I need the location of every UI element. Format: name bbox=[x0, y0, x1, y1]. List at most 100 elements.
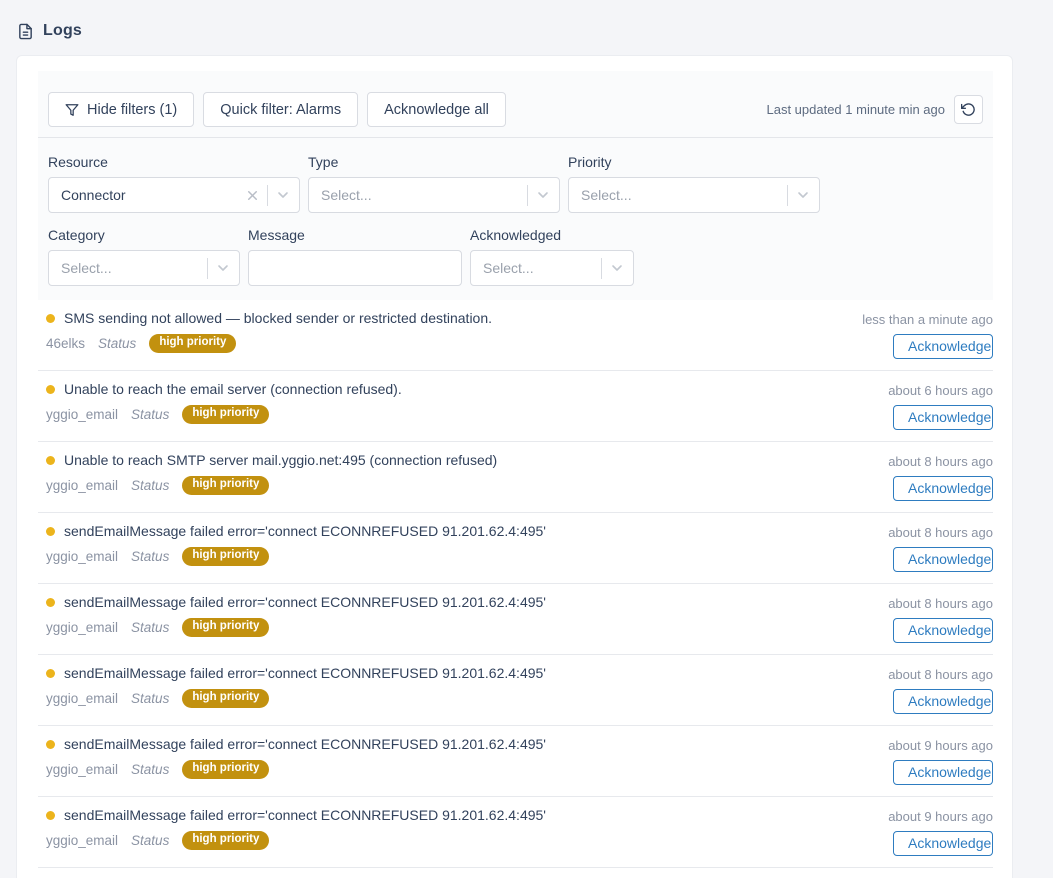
select-separator bbox=[207, 258, 208, 279]
log-timestamp: about 8 hours ago bbox=[888, 667, 993, 682]
log-entry-side: about 8 hours ago Acknowledge bbox=[833, 665, 993, 714]
log-timestamp: about 8 hours ago bbox=[888, 525, 993, 540]
log-timestamp: about 9 hours ago bbox=[888, 809, 993, 824]
log-resource: yggio_email bbox=[46, 762, 118, 777]
log-message: sendEmailMessage failed error='connect E… bbox=[64, 807, 546, 823]
log-entry-main: Unable to reach the email server (connec… bbox=[46, 381, 833, 424]
log-entry: sendEmailMessage failed error='connect E… bbox=[38, 513, 993, 584]
hide-filters-button[interactable]: Hide filters (1) bbox=[48, 92, 194, 127]
priority-badge: high priority bbox=[182, 689, 269, 708]
log-meta-line: yggio_email Status high priority bbox=[46, 405, 833, 424]
priority-badge: high priority bbox=[182, 405, 269, 424]
log-message: Unable to reach SMTP server mail.yggio.n… bbox=[64, 452, 497, 468]
type-filter-label: Type bbox=[308, 154, 560, 170]
x-icon[interactable] bbox=[245, 188, 260, 203]
hide-filters-label: Hide filters (1) bbox=[87, 102, 177, 118]
log-entry-side: about 9 hours ago Acknowledge bbox=[833, 736, 993, 785]
log-message-line: sendEmailMessage failed error='connect E… bbox=[46, 594, 833, 610]
log-meta-line: yggio_email Status high priority bbox=[46, 476, 833, 495]
log-meta-line: 46elks Status high priority bbox=[46, 334, 833, 353]
priority-badge: high priority bbox=[182, 760, 269, 779]
log-message: sendEmailMessage failed error='connect E… bbox=[64, 523, 546, 539]
log-message-line: SMS sending not allowed — blocked sender… bbox=[46, 310, 833, 326]
priority-badge: high priority bbox=[182, 476, 269, 495]
select-separator bbox=[527, 185, 528, 206]
log-status-label: Status bbox=[131, 762, 169, 777]
log-meta-line: yggio_email Status high priority bbox=[46, 618, 833, 637]
resource-filter-label: Resource bbox=[48, 154, 300, 170]
type-filter: Type Select... bbox=[308, 154, 560, 213]
log-entry-main: sendEmailMessage failed error='connect E… bbox=[46, 594, 833, 637]
logs-card: Hide filters (1) Quick filter: Alarms Ac… bbox=[16, 55, 1013, 878]
page-title: Logs bbox=[43, 22, 82, 40]
acknowledged-select[interactable]: Select... bbox=[470, 250, 634, 286]
chevron-down-icon[interactable] bbox=[535, 187, 551, 203]
priority-badge: high priority bbox=[182, 547, 269, 566]
acknowledge-button[interactable]: Acknowledge bbox=[893, 831, 993, 856]
log-entry: sendEmailMessage failed error='connect E… bbox=[38, 726, 993, 797]
filters-panel: Hide filters (1) Quick filter: Alarms Ac… bbox=[38, 71, 993, 300]
log-timestamp: about 8 hours ago bbox=[888, 454, 993, 469]
chevron-down-icon[interactable] bbox=[275, 187, 291, 203]
acknowledge-button[interactable]: Acknowledge bbox=[893, 689, 993, 714]
refresh-button[interactable] bbox=[954, 95, 983, 124]
priority-dot-icon bbox=[46, 598, 55, 607]
log-status-label: Status bbox=[131, 478, 169, 493]
log-entry-side: about 8 hours ago Acknowledge bbox=[833, 594, 993, 643]
acknowledge-button[interactable]: Acknowledge bbox=[893, 334, 993, 359]
log-resource: yggio_email bbox=[46, 620, 118, 635]
chevron-down-icon[interactable] bbox=[609, 260, 625, 276]
priority-filter: Priority Select... bbox=[568, 154, 820, 213]
priority-dot-icon bbox=[46, 669, 55, 678]
log-status-label: Status bbox=[131, 407, 169, 422]
log-entry-side: about 6 hours ago Acknowledge bbox=[833, 381, 993, 430]
last-updated-text: Last updated 1 minute min ago bbox=[766, 102, 945, 117]
acknowledge-button[interactable]: Acknowledge bbox=[893, 547, 993, 572]
log-entry-main: sendEmailMessage failed error='connect E… bbox=[46, 523, 833, 566]
log-meta-line: yggio_email Status high priority bbox=[46, 689, 833, 708]
log-message: Unable to reach the email server (connec… bbox=[64, 381, 402, 397]
log-entry-side: about 8 hours ago Acknowledge bbox=[833, 523, 993, 572]
log-entry: Unable to reach the email server (connec… bbox=[38, 371, 993, 442]
log-message-line: sendEmailMessage failed error='connect E… bbox=[46, 807, 833, 823]
log-entry-side: about 8 hours ago Acknowledge bbox=[833, 452, 993, 501]
resource-select[interactable]: Connector bbox=[48, 177, 300, 213]
log-timestamp: about 9 hours ago bbox=[888, 738, 993, 753]
log-entry-side: about 9 hours ago Acknowledge bbox=[833, 807, 993, 856]
chevron-down-icon[interactable] bbox=[795, 187, 811, 203]
log-message: sendEmailMessage failed error='connect E… bbox=[64, 736, 546, 752]
log-status-label: Status bbox=[131, 691, 169, 706]
log-timestamp: about 8 hours ago bbox=[888, 596, 993, 611]
filter-row-2: Category Select... Message Acknowledged bbox=[48, 227, 983, 286]
log-resource: yggio_email bbox=[46, 478, 118, 493]
log-resource: yggio_email bbox=[46, 549, 118, 564]
log-timestamp: less than a minute ago bbox=[862, 312, 993, 327]
acknowledge-button[interactable]: Acknowledge bbox=[893, 618, 993, 643]
quick-filter-alarms-button[interactable]: Quick filter: Alarms bbox=[203, 92, 358, 127]
message-filter-label: Message bbox=[248, 227, 462, 243]
category-filter: Category Select... bbox=[48, 227, 240, 286]
file-text-icon bbox=[17, 23, 34, 40]
log-entry-main: sendEmailMessage failed error='connect E… bbox=[46, 736, 833, 779]
log-entry-side: less than a minute ago Acknowledge bbox=[833, 310, 993, 359]
select-separator bbox=[601, 258, 602, 279]
acknowledge-button[interactable]: Acknowledge bbox=[893, 476, 993, 501]
chevron-down-icon[interactable] bbox=[215, 260, 231, 276]
log-entry: sendEmailMessage failed error='connect E… bbox=[38, 797, 993, 868]
priority-dot-icon bbox=[46, 314, 55, 323]
select-separator bbox=[267, 185, 268, 206]
priority-dot-icon bbox=[46, 456, 55, 465]
log-meta-line: yggio_email Status high priority bbox=[46, 547, 833, 566]
log-entry-main: Unable to reach SMTP server mail.yggio.n… bbox=[46, 452, 833, 495]
log-status-label: Status bbox=[131, 620, 169, 635]
acknowledge-all-button[interactable]: Acknowledge all bbox=[367, 92, 506, 127]
priority-select[interactable]: Select... bbox=[568, 177, 820, 213]
log-resource: yggio_email bbox=[46, 691, 118, 706]
acknowledge-button[interactable]: Acknowledge bbox=[893, 405, 993, 430]
type-select[interactable]: Select... bbox=[308, 177, 560, 213]
log-message: sendEmailMessage failed error='connect E… bbox=[64, 665, 546, 681]
acknowledge-button[interactable]: Acknowledge bbox=[893, 760, 993, 785]
message-input[interactable] bbox=[248, 250, 462, 286]
priority-badge: high priority bbox=[149, 334, 236, 353]
category-select[interactable]: Select... bbox=[48, 250, 240, 286]
